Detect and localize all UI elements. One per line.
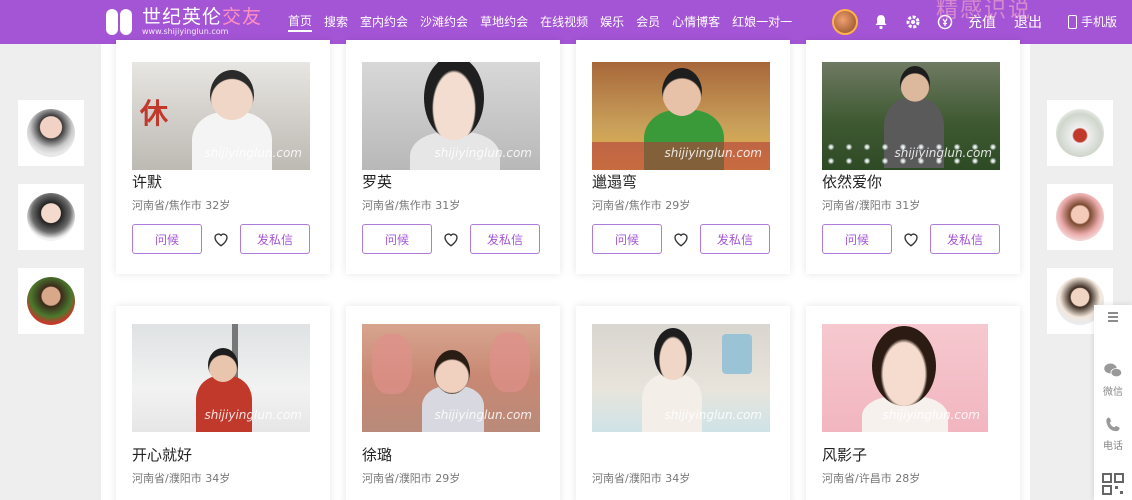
left-side-avatar-2[interactable] [18, 184, 84, 250]
greet-button[interactable]: 问候 [362, 224, 432, 254]
corner-watermark: 精感识说 [936, 0, 1033, 23]
member-location: 河南省/濮阳市 29岁 [362, 472, 461, 485]
greet-button[interactable]: 问候 [822, 224, 892, 254]
member-card[interactable]: shijiyinglun.com 罗英 河南省/焦作市 31岁 问候 发私信 [346, 40, 560, 274]
phone-icon [1068, 14, 1077, 29]
user-avatar[interactable] [832, 9, 858, 35]
heart-icon[interactable] [902, 230, 920, 248]
nav-home[interactable]: 首页 [288, 12, 313, 32]
qr-code-icon[interactable] [1094, 473, 1132, 498]
gear-icon[interactable] [904, 13, 922, 31]
member-grid-panel: 休 shijiyinglun.com 许默 河南省/焦作市 32岁 问候 发私信… [101, 40, 1030, 500]
top-navbar: 世纪英伦交友 www.shijiyinglun.com 首页 搜索 室内约会 沙… [0, 0, 1132, 44]
right-side-avatar-1[interactable] [1047, 100, 1113, 166]
member-photo[interactable]: shijiyinglun.com [362, 324, 540, 432]
nav-beach-date[interactable]: 沙滩约会 [420, 13, 468, 31]
member-name[interactable]: 罗英 [362, 171, 392, 192]
member-location: 河南省/濮阳市 34岁 [132, 472, 231, 485]
right-side-avatar-2[interactable] [1047, 184, 1113, 250]
private-message-button[interactable]: 发私信 [470, 224, 540, 254]
nav-lawn-date[interactable]: 草地约会 [480, 13, 528, 31]
nav-mood-blog[interactable]: 心情博客 [672, 13, 720, 31]
member-location: 河南省/焦作市 32岁 [132, 199, 231, 212]
member-card[interactable]: shijiyinglun.com 依然爱你 河南省/濮阳市 31岁 问候 发私信 [806, 40, 1020, 274]
member-name[interactable]: 开心就好 [132, 444, 192, 465]
member-photo[interactable]: shijiyinglun.com [592, 62, 770, 170]
member-photo[interactable]: shijiyinglun.com [362, 62, 540, 170]
nav-search[interactable]: 搜索 [324, 13, 348, 31]
member-card[interactable]: shijiyinglun.com 徐璐 河南省/濮阳市 29岁 [346, 306, 560, 500]
member-location: 河南省/焦作市 31岁 [362, 199, 461, 212]
nav-online-video[interactable]: 在线视频 [540, 13, 588, 31]
member-card[interactable]: 休 shijiyinglun.com 许默 河南省/焦作市 32岁 问候 发私信 [116, 40, 330, 274]
heart-icon[interactable] [442, 230, 460, 248]
member-photo[interactable]: shijiyinglun.com [132, 324, 310, 432]
main-nav: 首页 搜索 室内约会 沙滩约会 草地约会 在线视频 娱乐 会员 心情博客 红娘一… [288, 0, 804, 44]
logo-title: 世纪英伦交友 [142, 6, 263, 28]
private-message-button[interactable]: 发私信 [240, 224, 310, 254]
left-side-avatar-1[interactable] [18, 100, 84, 166]
nav-entertainment[interactable]: 娱乐 [600, 13, 624, 31]
member-location: 河南省/濮阳市 34岁 [592, 472, 691, 485]
greet-button[interactable]: 问候 [592, 224, 662, 254]
logo-url: www.shijiyinglun.com [142, 27, 229, 36]
member-name[interactable]: 邋遢弯 [592, 171, 637, 192]
member-location: 河南省/濮阳市 31岁 [822, 199, 921, 212]
left-side-avatar-3[interactable] [18, 268, 84, 334]
member-photo[interactable]: 休 shijiyinglun.com [132, 62, 310, 170]
member-card[interactable]: shijiyinglun.com 邋遢弯 河南省/焦作市 29岁 问候 发私信 [576, 40, 790, 274]
phone-handset-icon [1106, 417, 1120, 432]
member-location: 河南省/焦作市 29岁 [592, 199, 691, 212]
nav-indoor-date[interactable]: 室内约会 [360, 13, 408, 31]
private-message-button[interactable]: 发私信 [930, 224, 1000, 254]
phone-contact-link[interactable]: 电话 [1094, 415, 1132, 452]
member-name[interactable]: 依然爱你 [822, 171, 882, 192]
member-card[interactable]: shijiyinglun.com 河南省/濮阳市 34岁 [576, 306, 790, 500]
member-photo[interactable]: shijiyinglun.com [822, 324, 988, 432]
heart-icon[interactable] [672, 230, 690, 248]
wechat-link[interactable]: 微信 [1094, 361, 1132, 398]
menu-icon[interactable] [1094, 311, 1132, 326]
wechat-icon [1104, 363, 1123, 378]
heart-icon[interactable] [212, 230, 230, 248]
greet-button[interactable]: 问候 [132, 224, 202, 254]
bell-icon[interactable] [872, 13, 890, 31]
logo-mark-icon [106, 8, 134, 36]
member-card[interactable]: shijiyinglun.com 开心就好 河南省/濮阳市 34岁 [116, 306, 330, 500]
mobile-version-link[interactable]: 手机版 [1068, 13, 1117, 30]
nav-membership[interactable]: 会员 [636, 13, 660, 31]
site-logo[interactable]: 世纪英伦交友 www.shijiyinglun.com [106, 6, 262, 38]
private-message-button[interactable]: 发私信 [700, 224, 770, 254]
member-name[interactable]: 许默 [132, 171, 162, 192]
member-name[interactable]: 风影子 [822, 444, 867, 465]
utility-sidebar: 微信 电话 [1094, 305, 1132, 500]
member-location: 河南省/许昌市 28岁 [822, 472, 921, 485]
member-photo[interactable]: shijiyinglun.com [592, 324, 770, 432]
member-name[interactable]: 徐璐 [362, 444, 392, 465]
member-card[interactable]: shijiyinglun.com 风影子 河南省/许昌市 28岁 [806, 306, 1020, 500]
member-photo[interactable]: shijiyinglun.com [822, 62, 1000, 170]
nav-matchmaker[interactable]: 红娘一对一 [732, 13, 792, 31]
